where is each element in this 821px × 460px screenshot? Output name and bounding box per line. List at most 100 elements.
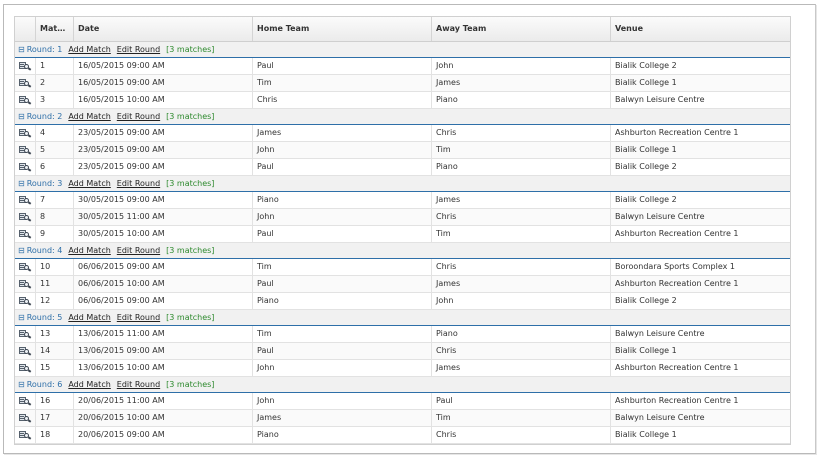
venue-cell: Balwyn Leisure Centre	[615, 413, 705, 422]
table-row[interactable]: 3 16/05/2015 10:00 AM Chris Piano Balwyn…	[15, 92, 790, 109]
view-details-icon[interactable]	[19, 431, 32, 440]
away-team-cell: John	[432, 293, 611, 309]
round-label: Round: 1	[26, 45, 63, 54]
view-details-icon[interactable]	[19, 62, 32, 71]
collapse-toggle-icon[interactable]: ⊟	[18, 112, 25, 121]
away-team-cell: Chris	[432, 343, 611, 359]
venue-cell: Bialik College 2	[615, 61, 677, 70]
add-match-link[interactable]: Add Match	[68, 179, 110, 188]
row-icon-cell	[15, 343, 36, 359]
date-cell: 06/06/2015 10:00 AM	[74, 276, 253, 292]
match-no-cell: 9	[36, 226, 74, 242]
away-team-cell: James	[432, 75, 611, 91]
row-icon-cell	[15, 393, 36, 409]
row-icon-cell	[15, 75, 36, 91]
view-details-icon[interactable]	[19, 280, 32, 289]
edit-round-link[interactable]: Edit Round	[117, 179, 160, 188]
match-no-cell: 4	[36, 125, 74, 141]
home-team-cell: Chris	[253, 92, 432, 108]
collapse-toggle-icon[interactable]: ⊟	[18, 313, 25, 322]
match-no-cell: 14	[36, 343, 74, 359]
table-row[interactable]: 15 13/06/2015 10:00 AM John James Ashbur…	[15, 360, 790, 377]
table-row[interactable]: 7 30/05/2015 09:00 AM Piano James Bialik…	[15, 192, 790, 209]
add-match-link[interactable]: Add Match	[68, 246, 110, 255]
header-home-team[interactable]: Home Team	[253, 17, 432, 41]
header-venue[interactable]: Venue	[611, 17, 790, 41]
view-details-icon[interactable]	[19, 330, 32, 339]
table-row[interactable]: 10 06/06/2015 09:00 AM Tim Chris Boroond…	[15, 259, 790, 276]
venue-cell: Balwyn Leisure Centre	[615, 95, 705, 104]
header-date[interactable]: Date	[74, 17, 253, 41]
venue-cell: Bialik College 2	[615, 162, 677, 171]
table-row[interactable]: 16 20/06/2015 11:00 AM John Paul Ashburt…	[15, 393, 790, 410]
add-match-link[interactable]: Add Match	[68, 380, 110, 389]
view-details-icon[interactable]	[19, 347, 32, 356]
view-details-icon[interactable]	[19, 129, 32, 138]
add-match-link[interactable]: Add Match	[68, 112, 110, 121]
round-label: Round: 2	[26, 112, 63, 121]
view-details-icon[interactable]	[19, 196, 32, 205]
edit-round-link[interactable]: Edit Round	[117, 246, 160, 255]
venue-cell: Ashburton Recreation Centre 1	[615, 363, 739, 372]
venue-cell: Ashburton Recreation Centre 1	[615, 396, 739, 405]
add-match-link[interactable]: Add Match	[68, 45, 110, 54]
match-count: [3 matches]	[166, 45, 215, 54]
grid-header: Match ... Date Home Team Away Team Venue	[15, 17, 790, 42]
edit-round-link[interactable]: Edit Round	[117, 45, 160, 54]
edit-round-link[interactable]: Edit Round	[117, 380, 160, 389]
match-no-cell: 17	[36, 410, 74, 426]
table-row[interactable]: 17 20/06/2015 10:00 AM James Tim Balwyn …	[15, 410, 790, 427]
match-no-cell: 13	[36, 326, 74, 342]
table-row[interactable]: 6 23/05/2015 09:00 AM Paul Piano Bialik …	[15, 159, 790, 176]
away-team-cell: Chris	[432, 125, 611, 141]
table-row[interactable]: 13 13/06/2015 11:00 AM Tim Piano Balwyn …	[15, 326, 790, 343]
edit-round-link[interactable]: Edit Round	[117, 313, 160, 322]
home-team-cell: John	[253, 142, 432, 158]
home-team-cell: Paul	[253, 343, 432, 359]
home-team-cell: Piano	[253, 427, 432, 443]
table-row[interactable]: 14 13/06/2015 09:00 AM Paul Chris Bialik…	[15, 343, 790, 360]
edit-round-link[interactable]: Edit Round	[117, 112, 160, 121]
table-row[interactable]: 18 20/06/2015 09:00 AM Piano Chris Biali…	[15, 427, 790, 444]
table-row[interactable]: 9 30/05/2015 10:00 AM Paul Tim Ashburton…	[15, 226, 790, 243]
header-match-no[interactable]: Match ...	[36, 17, 74, 41]
view-details-icon[interactable]	[19, 297, 32, 306]
collapse-toggle-icon[interactable]: ⊟	[18, 179, 25, 188]
table-row[interactable]: 8 30/05/2015 11:00 AM John Chris Balwyn …	[15, 209, 790, 226]
row-icon-cell	[15, 125, 36, 141]
collapse-toggle-icon[interactable]: ⊟	[18, 380, 25, 389]
add-match-link[interactable]: Add Match	[68, 313, 110, 322]
view-details-icon[interactable]	[19, 230, 32, 239]
match-no-cell: 6	[36, 159, 74, 175]
view-details-icon[interactable]	[19, 414, 32, 423]
header-icon-column[interactable]	[15, 17, 36, 41]
grid-body: ⊟ Round: 1 Add Match Edit Round [3 match…	[15, 42, 790, 444]
date-cell: 20/06/2015 10:00 AM	[74, 410, 253, 426]
table-row[interactable]: 5 23/05/2015 09:00 AM John Tim Bialik Co…	[15, 142, 790, 159]
table-row[interactable]: 4 23/05/2015 09:00 AM James Chris Ashbur…	[15, 125, 790, 142]
view-details-icon[interactable]	[19, 96, 32, 105]
view-details-icon[interactable]	[19, 364, 32, 373]
view-details-icon[interactable]	[19, 213, 32, 222]
collapse-toggle-icon[interactable]: ⊟	[18, 45, 25, 54]
view-details-icon[interactable]	[19, 397, 32, 406]
view-details-icon[interactable]	[19, 79, 32, 88]
table-row[interactable]: 2 16/05/2015 09:00 AM Tim James Bialik C…	[15, 75, 790, 92]
collapse-toggle-icon[interactable]: ⊟	[18, 246, 25, 255]
row-icon-cell	[15, 326, 36, 342]
view-details-icon[interactable]	[19, 146, 32, 155]
date-cell: 30/05/2015 11:00 AM	[74, 209, 253, 225]
table-row[interactable]: 11 06/06/2015 10:00 AM Paul James Ashbur…	[15, 276, 790, 293]
row-icon-cell	[15, 276, 36, 292]
match-no-cell: 1	[36, 58, 74, 74]
venue-cell: Ashburton Recreation Centre 1	[615, 128, 739, 137]
window-frame: Match ... Date Home Team Away Team Venue…	[3, 4, 816, 454]
away-team-cell: Tim	[432, 142, 611, 158]
venue-cell: Balwyn Leisure Centre	[615, 329, 705, 338]
table-row[interactable]: 12 06/06/2015 09:00 AM Piano John Bialik…	[15, 293, 790, 310]
away-team-cell: Chris	[432, 427, 611, 443]
view-details-icon[interactable]	[19, 263, 32, 272]
header-away-team[interactable]: Away Team	[432, 17, 611, 41]
table-row[interactable]: 1 16/05/2015 09:00 AM Paul John Bialik C…	[15, 58, 790, 75]
view-details-icon[interactable]	[19, 163, 32, 172]
